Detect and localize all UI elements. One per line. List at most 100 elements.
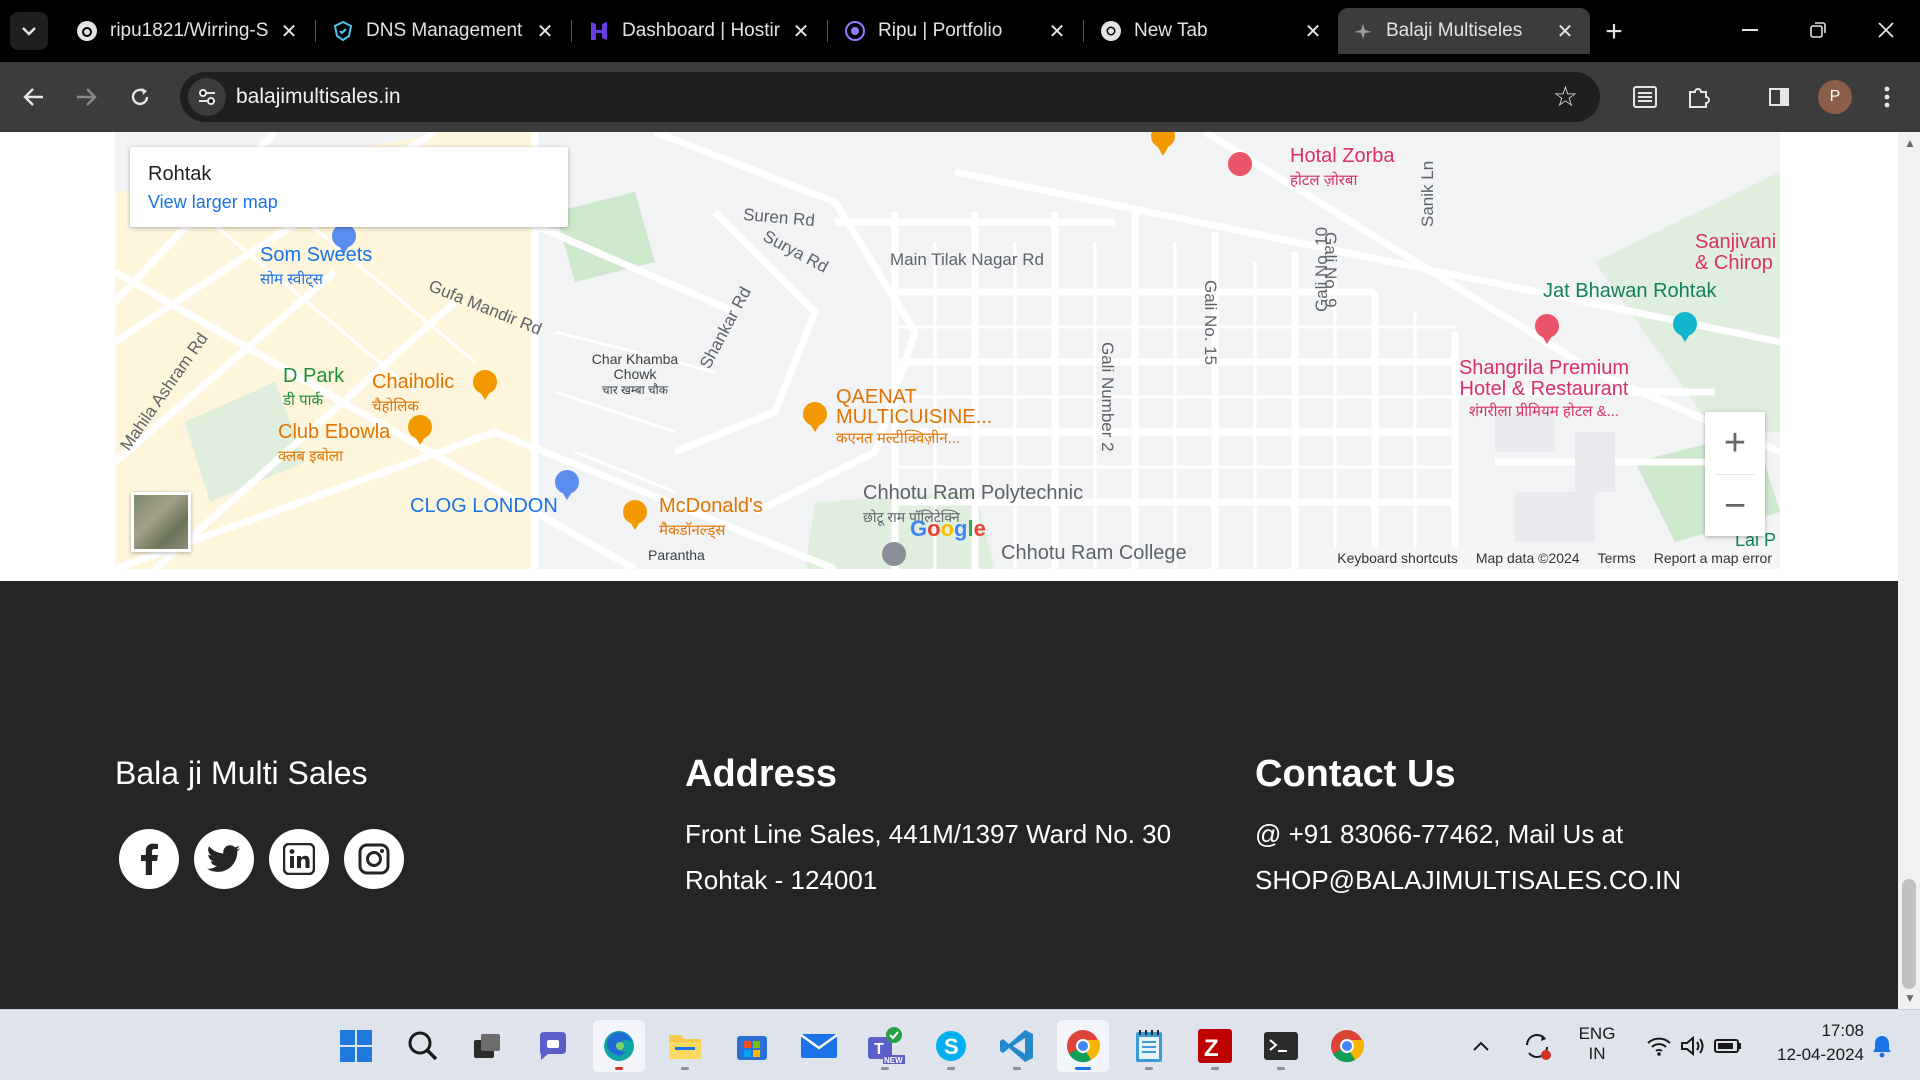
map-label-gali-number-2: Gali Number 2 xyxy=(1098,342,1117,452)
keyboard-shortcuts-link[interactable]: Keyboard shortcuts xyxy=(1337,550,1458,566)
scroll-thumb[interactable] xyxy=(1902,879,1916,989)
mail-app[interactable] xyxy=(793,1020,845,1072)
show-hidden-icons-button[interactable] xyxy=(1464,1020,1498,1072)
back-button[interactable] xyxy=(12,75,56,119)
twitter-link[interactable] xyxy=(194,829,254,889)
instagram-icon xyxy=(358,843,390,875)
close-icon[interactable]: ✕ xyxy=(278,19,300,44)
language-code: ENG xyxy=(1578,1024,1616,1043)
running-indicator xyxy=(1145,1067,1153,1070)
extensions-button[interactable] xyxy=(1680,78,1718,116)
satellite-toggle[interactable] xyxy=(131,492,191,552)
map-label-clog-london[interactable]: CLOG LONDON xyxy=(410,495,558,518)
map-label-d-park[interactable]: D Park डी पार्क xyxy=(283,365,344,411)
forward-button[interactable] xyxy=(64,75,108,119)
tab-separator xyxy=(1083,20,1084,42)
instagram-link[interactable] xyxy=(344,829,404,889)
close-icon[interactable]: ✕ xyxy=(1046,19,1068,44)
map-label-hotal-zorba[interactable]: Hotal Zorba होटल ज़ोरबा xyxy=(1290,145,1395,191)
edge-icon xyxy=(604,1031,634,1061)
running-indicator xyxy=(947,1067,955,1070)
terms-link[interactable]: Terms xyxy=(1598,550,1636,566)
tab-dns-management[interactable]: DNS Management ✕ xyxy=(318,8,572,54)
embedded-map[interactable]: Som Sweets सोम स्वीट्स Gufa Mandir Rd D P… xyxy=(115,132,1780,569)
close-icon[interactable]: ✕ xyxy=(534,19,556,44)
restore-button[interactable] xyxy=(1788,8,1848,52)
tab-dashboard-hostinger[interactable]: Dashboard | Hostir ✕ xyxy=(574,8,828,54)
reload-button[interactable] xyxy=(118,75,162,119)
address-bar[interactable]: balajimultisales.in ☆ xyxy=(180,72,1600,122)
chrome-app[interactable] xyxy=(1057,1020,1109,1072)
teams-app[interactable]: T NEW xyxy=(859,1020,911,1072)
reading-list-button[interactable] xyxy=(1626,78,1664,116)
teams-chat-button[interactable] xyxy=(527,1020,579,1072)
vscode-app[interactable] xyxy=(991,1020,1043,1072)
file-explorer-app[interactable] xyxy=(659,1020,711,1072)
map-label-som-sweets[interactable]: Som Sweets सोम स्वीट्स xyxy=(260,244,372,290)
terminal-app[interactable] xyxy=(1255,1020,1307,1072)
contact-line-1: @ +91 83066-77462, Mail Us at xyxy=(1255,819,1624,849)
tab-balaji-multiseles[interactable]: Balaji Multiseles ✕ xyxy=(1338,8,1590,54)
facebook-link[interactable] xyxy=(119,829,179,889)
tab-search-button[interactable] xyxy=(10,12,48,50)
quick-settings-button[interactable] xyxy=(1634,1020,1754,1072)
task-view-icon xyxy=(474,1034,500,1058)
map-label-club-ebowla[interactable]: Club Ebowla क्लब इबोला xyxy=(278,421,390,467)
clock[interactable]: 17:08 12-04-2024 xyxy=(1754,1021,1864,1065)
close-icon[interactable]: ✕ xyxy=(1554,19,1576,44)
svg-text:S: S xyxy=(944,1034,959,1059)
map-label-jat-bhawan-rohtak[interactable]: Jat Bhawan Rohtak xyxy=(1543,280,1716,303)
map-label-mcdonalds[interactable]: McDonald's मैकडॉनल्ड्स xyxy=(659,495,763,541)
map-place-card: Rohtak View larger map xyxy=(130,147,568,227)
filezilla-app[interactable]: Z xyxy=(1189,1020,1241,1072)
linkedin-link[interactable] xyxy=(269,829,329,889)
scroll-up-arrow-icon[interactable]: ▲ xyxy=(1904,136,1916,150)
edge-app[interactable] xyxy=(593,1020,645,1072)
close-icon[interactable]: ✕ xyxy=(790,19,812,44)
language-indicator[interactable]: ENG IN xyxy=(1574,1024,1620,1064)
notepad-app[interactable] xyxy=(1123,1020,1175,1072)
microsoft-store-app[interactable] xyxy=(726,1020,778,1072)
map-label-sanik-ln: Sanik Ln xyxy=(1418,160,1437,227)
page-scrollbar[interactable]: ▲ ▼ xyxy=(1898,132,1920,1009)
site-info-button[interactable] xyxy=(188,78,226,116)
skype-icon: S xyxy=(936,1031,966,1061)
map-label-chaiholic[interactable]: Chaiholic चैहोलिक xyxy=(372,371,454,417)
tab-ripu-portfolio[interactable]: Ripu | Portfolio ✕ xyxy=(830,8,1084,54)
chrome-profile-app[interactable] xyxy=(1321,1020,1373,1072)
task-view-button[interactable] xyxy=(461,1020,513,1072)
report-map-error-link[interactable]: Report a map error xyxy=(1654,550,1772,566)
tab-title: ripu1821/Wirring-S xyxy=(110,20,269,41)
zoom-out-button[interactable]: − xyxy=(1705,475,1765,537)
browser-menu-button[interactable] xyxy=(1868,78,1906,116)
skype-app[interactable]: S xyxy=(925,1020,977,1072)
sync-tray-button[interactable] xyxy=(1512,1020,1562,1072)
map-label-chhotu-ram-college[interactable]: Chhotu Ram College xyxy=(1001,542,1187,565)
profile-avatar[interactable]: P xyxy=(1818,80,1852,114)
volume-icon xyxy=(1681,1035,1704,1057)
start-button[interactable] xyxy=(330,1020,382,1072)
notifications-button[interactable] xyxy=(1862,1020,1902,1072)
tab-new-tab[interactable]: New Tab ✕ xyxy=(1086,8,1338,54)
clock-date: 12-04-2024 xyxy=(1777,1045,1864,1064)
minimize-button[interactable] xyxy=(1720,8,1780,52)
new-tab-button[interactable]: + xyxy=(1596,14,1632,50)
bookmark-star-icon[interactable]: ☆ xyxy=(1553,80,1578,113)
sync-icon xyxy=(1526,1034,1551,1060)
side-panel-button[interactable] xyxy=(1760,78,1798,116)
tab-github[interactable]: ripu1821/Wirring-S ✕ xyxy=(62,8,316,54)
reading-list-icon xyxy=(1633,86,1657,108)
clock-time: 17:08 xyxy=(1821,1021,1864,1040)
map-label-char-khamba-chowk: Char Khamba Chowk चार खम्बा चौक xyxy=(591,351,679,398)
contact-email[interactable]: SHOP@BALAJIMULTISALES.CO.IN xyxy=(1255,865,1681,896)
view-larger-map-link[interactable]: View larger map xyxy=(148,192,550,213)
close-window-button[interactable] xyxy=(1856,8,1916,52)
map-label-qaenat-multicuisine[interactable]: QAENAT MULTICUISINE... कएनत मल्टीक्विज़ीन… xyxy=(836,387,1006,449)
zoom-in-button[interactable]: + xyxy=(1705,412,1765,474)
map-label-shangrila-premium[interactable]: Shangrila Premium Hotel & Restaurant शंगर… xyxy=(1451,358,1637,422)
close-icon[interactable]: ✕ xyxy=(1302,19,1324,44)
minimize-icon xyxy=(1742,29,1758,31)
taskbar-search-button[interactable] xyxy=(397,1020,449,1072)
map-label-sanjivani[interactable]: Sanjivani & Chirop xyxy=(1695,232,1780,274)
scroll-down-arrow-icon[interactable]: ▼ xyxy=(1904,991,1916,1005)
